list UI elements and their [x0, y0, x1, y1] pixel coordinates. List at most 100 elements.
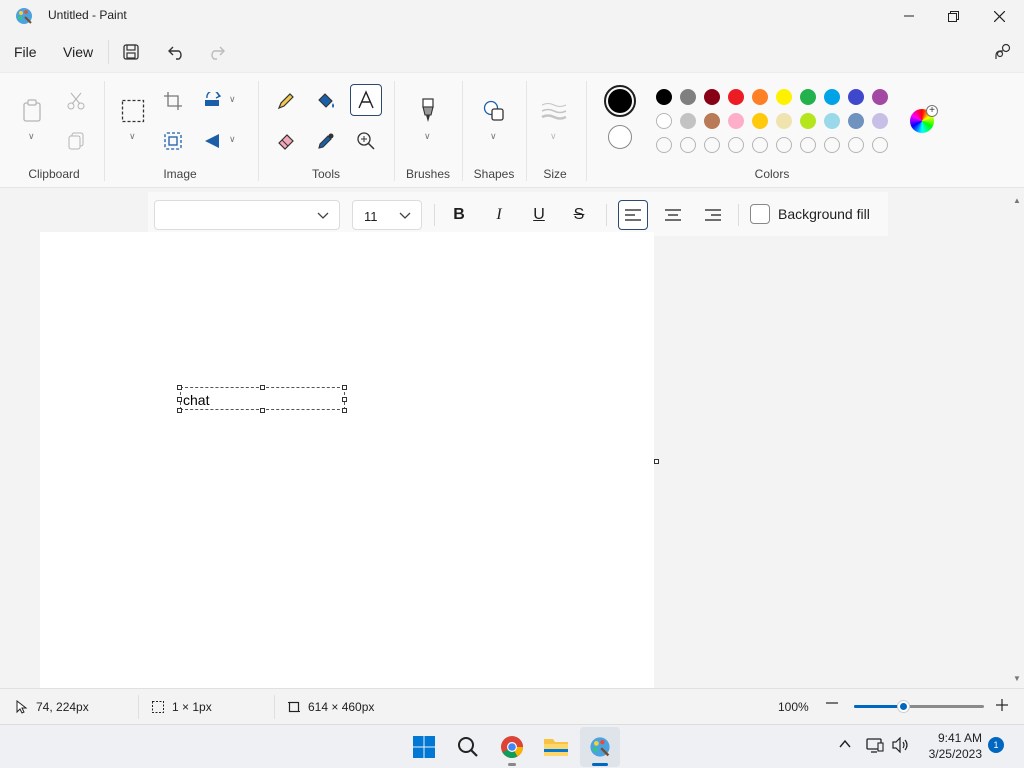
resize-handle[interactable] [177, 397, 182, 402]
resize-handle[interactable] [260, 385, 265, 390]
shapes-button[interactable] [478, 95, 510, 127]
color-swatch[interactable] [800, 89, 816, 105]
resize-button[interactable] [157, 125, 189, 157]
custom-color-slot[interactable] [848, 137, 864, 153]
volume-button[interactable] [892, 736, 910, 756]
color-swatch[interactable] [776, 113, 792, 129]
fill-tool[interactable] [310, 85, 342, 117]
color-swatch[interactable] [776, 89, 792, 105]
chrome-taskbar-button[interactable] [492, 727, 532, 767]
color-swatch[interactable] [872, 113, 888, 129]
zoom-in-button[interactable] [996, 699, 1016, 711]
resize-handle[interactable] [342, 408, 347, 413]
canvas-resize-handle[interactable] [654, 459, 659, 464]
save-button[interactable] [118, 40, 144, 64]
text-box[interactable]: chat [180, 387, 345, 410]
color-swatch[interactable] [800, 113, 816, 129]
align-right-button[interactable] [698, 200, 728, 230]
eraser-tool[interactable] [270, 125, 302, 157]
custom-color-slot[interactable] [872, 137, 888, 153]
resize-handle[interactable] [177, 408, 182, 413]
resize-handle[interactable] [260, 408, 265, 413]
size-dropdown-icon[interactable]: ∨ [550, 131, 557, 142]
paint-taskbar-button[interactable] [580, 727, 620, 767]
file-explorer-taskbar-button[interactable] [536, 727, 576, 767]
drawing-canvas[interactable] [40, 232, 654, 688]
custom-color-slot[interactable] [704, 137, 720, 153]
font-size-select[interactable]: 11 [352, 200, 422, 230]
notification-badge[interactable]: 1 [988, 737, 1004, 753]
align-center-button[interactable] [658, 200, 688, 230]
custom-color-slot[interactable] [680, 137, 696, 153]
custom-color-slot[interactable] [824, 137, 840, 153]
color-swatch[interactable] [656, 113, 672, 129]
color-swatch[interactable] [752, 89, 768, 105]
network-button[interactable] [866, 737, 884, 756]
color-swatch[interactable] [704, 89, 720, 105]
start-button[interactable] [404, 727, 444, 767]
resize-handle[interactable] [177, 385, 182, 390]
search-button[interactable] [448, 727, 488, 767]
color-swatch[interactable] [872, 89, 888, 105]
share-button[interactable] [990, 40, 1016, 64]
maximize-button[interactable] [930, 0, 976, 32]
background-fill-checkbox[interactable] [750, 204, 770, 224]
rotate-button[interactable] [197, 85, 229, 117]
strikethrough-button[interactable]: S [564, 200, 594, 230]
vertical-scrollbar[interactable]: ▲ ▼ [1010, 190, 1024, 688]
size-button[interactable] [538, 95, 570, 127]
flip-dropdown-icon[interactable]: ∨ [229, 134, 236, 145]
zoom-slider[interactable] [854, 700, 984, 713]
magnifier-tool[interactable] [350, 125, 382, 157]
underline-button[interactable]: U [524, 200, 554, 230]
font-family-select[interactable] [154, 200, 340, 230]
pencil-tool[interactable] [270, 85, 302, 117]
paste-button[interactable] [16, 95, 48, 127]
file-menu[interactable]: File [14, 44, 37, 60]
cut-button[interactable] [60, 85, 92, 117]
scroll-down-icon[interactable]: ▼ [1013, 674, 1021, 683]
select-button[interactable] [117, 95, 149, 127]
italic-button[interactable]: I [484, 200, 514, 230]
custom-color-slot[interactable] [800, 137, 816, 153]
copy-button[interactable] [60, 125, 92, 157]
color-picker-tool[interactable] [310, 125, 342, 157]
select-dropdown-icon[interactable]: ∨ [129, 131, 136, 142]
resize-handle[interactable] [342, 397, 347, 402]
close-button[interactable] [976, 0, 1022, 32]
paste-dropdown-icon[interactable]: ∨ [28, 131, 35, 142]
view-menu[interactable]: View [63, 44, 93, 60]
color-swatch[interactable] [848, 113, 864, 129]
color-swatch[interactable] [680, 113, 696, 129]
color-swatch[interactable] [656, 89, 672, 105]
custom-color-slot[interactable] [728, 137, 744, 153]
zoom-slider-thumb[interactable] [897, 700, 911, 713]
show-hidden-icons-button[interactable] [838, 737, 852, 754]
undo-button[interactable] [164, 40, 190, 64]
align-left-button[interactable] [618, 200, 648, 230]
primary-color-button[interactable] [604, 85, 636, 117]
shapes-dropdown-icon[interactable]: ∨ [490, 131, 497, 142]
brushes-button[interactable] [412, 95, 444, 127]
scroll-up-icon[interactable]: ▲ [1013, 196, 1021, 205]
bold-button[interactable]: B [444, 200, 474, 230]
text-box-content[interactable]: chat [183, 392, 209, 408]
color-swatch[interactable] [824, 89, 840, 105]
color-swatch[interactable] [752, 113, 768, 129]
color-swatch[interactable] [728, 89, 744, 105]
resize-handle[interactable] [342, 385, 347, 390]
custom-color-slot[interactable] [776, 137, 792, 153]
flip-button[interactable] [197, 125, 229, 157]
text-tool[interactable] [350, 84, 382, 116]
color-swatch[interactable] [680, 89, 696, 105]
color-swatch[interactable] [824, 113, 840, 129]
zoom-out-button[interactable] [826, 697, 846, 709]
crop-button[interactable] [157, 85, 189, 117]
custom-color-slot[interactable] [656, 137, 672, 153]
color-swatch[interactable] [728, 113, 744, 129]
rotate-dropdown-icon[interactable]: ∨ [229, 94, 236, 105]
minimize-button[interactable] [886, 0, 932, 32]
color-swatch[interactable] [848, 89, 864, 105]
color-swatch[interactable] [704, 113, 720, 129]
brushes-dropdown-icon[interactable]: ∨ [424, 131, 431, 142]
